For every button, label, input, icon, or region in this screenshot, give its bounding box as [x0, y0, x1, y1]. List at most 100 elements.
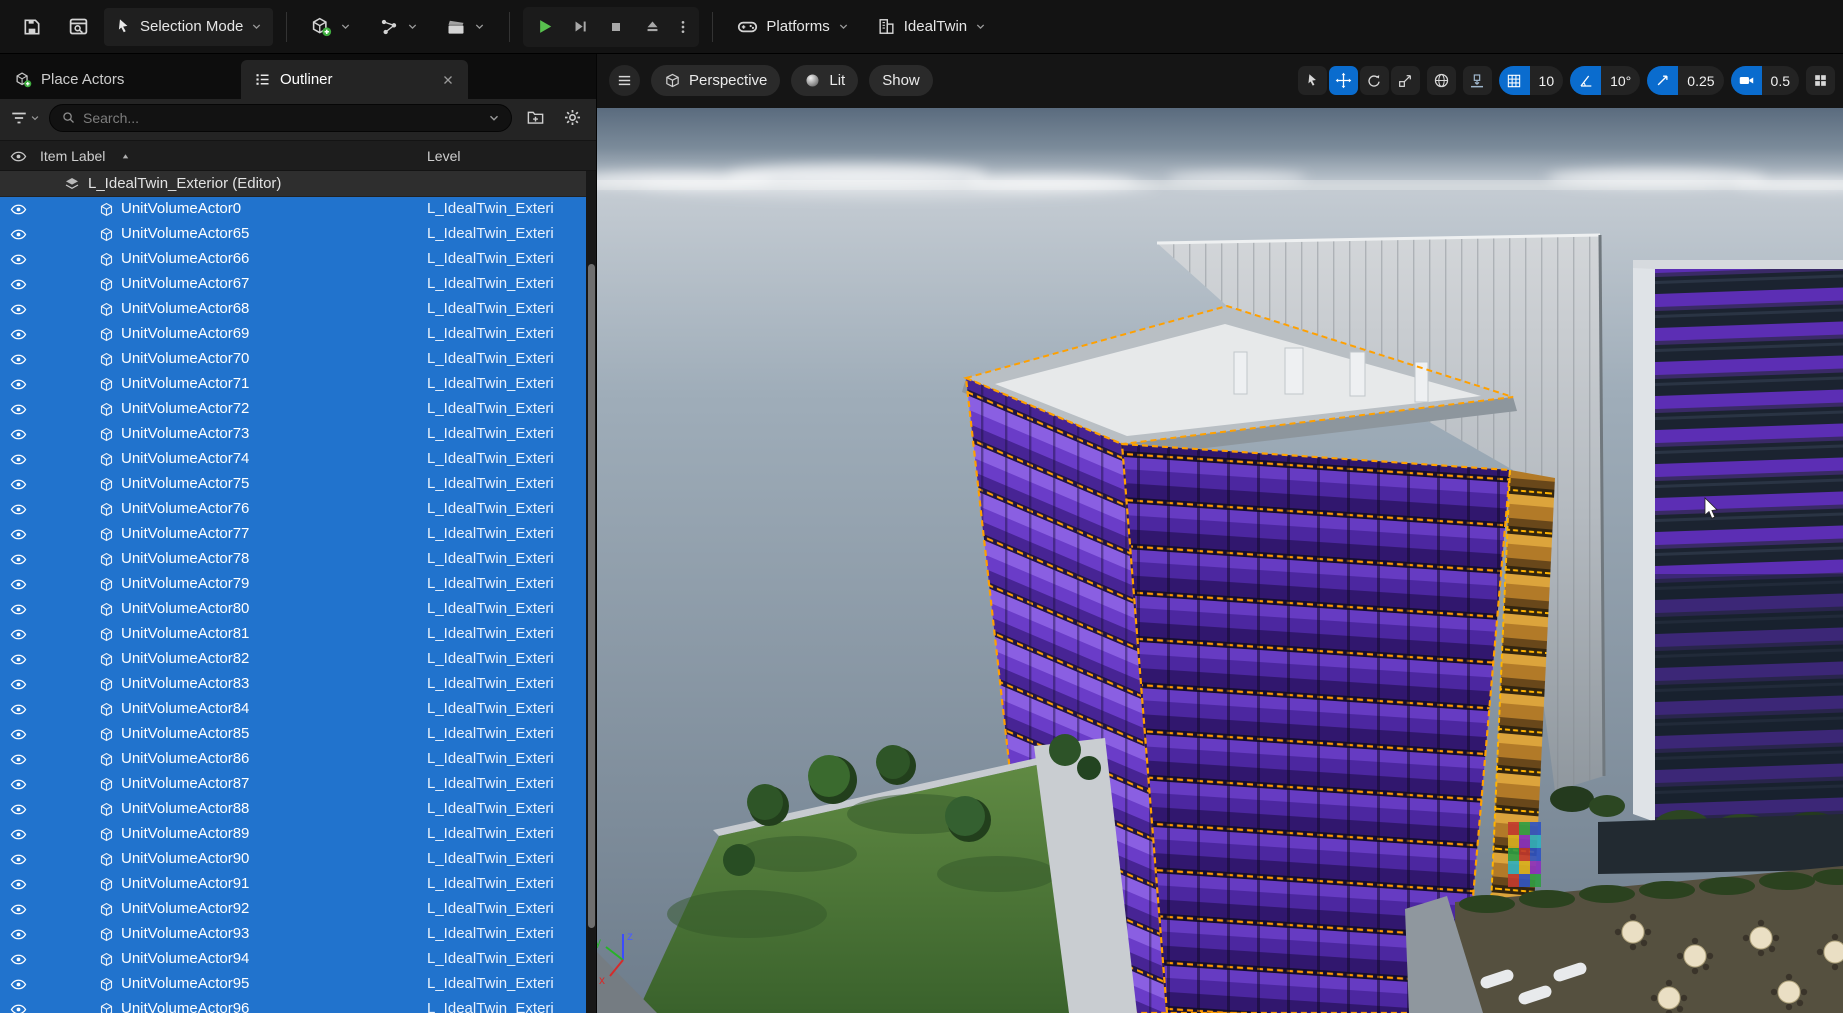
close-icon[interactable]: [441, 73, 455, 87]
add-actor-dropdown[interactable]: [300, 8, 362, 46]
frame-skip-button[interactable]: [563, 10, 597, 44]
outliner-row[interactable]: UnitVolumeActor0 L_IdealTwin_Exteri: [0, 197, 596, 222]
visibility-eye-icon[interactable]: [10, 751, 27, 768]
outliner-row[interactable]: UnitVolumeActor82 L_IdealTwin_Exteri: [0, 647, 596, 672]
visibility-eye-icon[interactable]: [10, 776, 27, 793]
visibility-eye-icon[interactable]: [10, 876, 27, 893]
visibility-eye-icon[interactable]: [10, 901, 27, 918]
outliner-row[interactable]: UnitVolumeActor78 L_IdealTwin_Exteri: [0, 547, 596, 572]
visibility-eye-icon[interactable]: [10, 251, 27, 268]
rotate-tool-button[interactable]: [1360, 66, 1389, 95]
outliner-row[interactable]: UnitVolumeActor73 L_IdealTwin_Exteri: [0, 422, 596, 447]
visibility-eye-icon[interactable]: [10, 451, 27, 468]
outliner-row[interactable]: UnitVolumeActor67 L_IdealTwin_Exteri: [0, 272, 596, 297]
rotation-snap-value[interactable]: 10°: [1601, 66, 1640, 95]
visibility-eye-icon[interactable]: [10, 426, 27, 443]
outliner-row[interactable]: UnitVolumeActor68 L_IdealTwin_Exteri: [0, 297, 596, 322]
visibility-eye-icon[interactable]: [10, 501, 27, 518]
surface-snap-button[interactable]: [1463, 66, 1492, 95]
world-local-toggle-button[interactable]: [1427, 66, 1456, 95]
outliner-row[interactable]: UnitVolumeActor71 L_IdealTwin_Exteri: [0, 372, 596, 397]
visibility-eye-icon[interactable]: [10, 576, 27, 593]
level-row[interactable]: L_IdealTwin_Exterior (Editor): [0, 171, 596, 197]
outliner-row[interactable]: UnitVolumeActor74 L_IdealTwin_Exteri: [0, 447, 596, 472]
filter-button[interactable]: [10, 109, 40, 127]
outliner-row[interactable]: UnitVolumeActor87 L_IdealTwin_Exteri: [0, 772, 596, 797]
cinematics-dropdown[interactable]: [435, 8, 496, 46]
outliner-row[interactable]: UnitVolumeActor96 L_IdealTwin_Exteri: [0, 997, 596, 1013]
visibility-eye-icon[interactable]: [10, 726, 27, 743]
visibility-eye-icon[interactable]: [10, 676, 27, 693]
visibility-eye-icon[interactable]: [10, 476, 27, 493]
column-item-label[interactable]: Item Label: [40, 148, 105, 164]
outliner-row[interactable]: UnitVolumeActor66 L_IdealTwin_Exteri: [0, 247, 596, 272]
blueprints-dropdown[interactable]: [368, 8, 429, 46]
outliner-row[interactable]: UnitVolumeActor92 L_IdealTwin_Exteri: [0, 897, 596, 922]
outliner-row[interactable]: UnitVolumeActor80 L_IdealTwin_Exteri: [0, 597, 596, 622]
viewport-options-button[interactable]: [609, 65, 640, 96]
scrollbar-track[interactable]: [586, 171, 596, 1013]
visibility-eye-icon[interactable]: [10, 951, 27, 968]
outliner-row[interactable]: UnitVolumeActor86 L_IdealTwin_Exteri: [0, 747, 596, 772]
outliner-row[interactable]: UnitVolumeActor75 L_IdealTwin_Exteri: [0, 472, 596, 497]
stop-button[interactable]: [599, 10, 633, 44]
visibility-eye-icon[interactable]: [10, 376, 27, 393]
scale-snap-value[interactable]: 0.25: [1678, 66, 1723, 95]
column-level[interactable]: Level: [427, 148, 460, 164]
visibility-eye-icon[interactable]: [10, 701, 27, 718]
visibility-eye-icon[interactable]: [10, 276, 27, 293]
visibility-eye-icon[interactable]: [10, 401, 27, 418]
rotation-snap-control[interactable]: 10°: [1570, 66, 1640, 95]
visibility-eye-icon[interactable]: [10, 1001, 27, 1013]
grid-snap-value[interactable]: 10: [1530, 66, 1564, 95]
outliner-row[interactable]: UnitVolumeActor72 L_IdealTwin_Exteri: [0, 397, 596, 422]
tab-place-actors[interactable]: Place Actors: [2, 60, 137, 99]
grid-snap-control[interactable]: 10: [1499, 66, 1564, 95]
visibility-eye-icon[interactable]: [10, 301, 27, 318]
tab-outliner[interactable]: Outliner: [241, 60, 468, 99]
outliner-row[interactable]: UnitVolumeActor83 L_IdealTwin_Exteri: [0, 672, 596, 697]
play-button[interactable]: [527, 10, 561, 44]
visibility-eye-icon[interactable]: [10, 551, 27, 568]
maximize-quad-view-button[interactable]: [1806, 66, 1835, 95]
eject-button[interactable]: [635, 10, 669, 44]
outliner-row[interactable]: UnitVolumeActor65 L_IdealTwin_Exteri: [0, 222, 596, 247]
play-options-button[interactable]: [671, 10, 695, 44]
outliner-row[interactable]: UnitVolumeActor70 L_IdealTwin_Exteri: [0, 347, 596, 372]
view-mode-dropdown[interactable]: Lit: [791, 65, 858, 96]
outliner-row[interactable]: UnitVolumeActor90 L_IdealTwin_Exteri: [0, 847, 596, 872]
visibility-eye-icon[interactable]: [10, 851, 27, 868]
visibility-eye-icon[interactable]: [10, 826, 27, 843]
visibility-eye-icon[interactable]: [10, 626, 27, 643]
outliner-row[interactable]: UnitVolumeActor79 L_IdealTwin_Exteri: [0, 572, 596, 597]
visibility-eye-icon[interactable]: [10, 526, 27, 543]
viewport-3d-scene[interactable]: z y x: [597, 108, 1843, 1013]
outliner-row[interactable]: UnitVolumeActor81 L_IdealTwin_Exteri: [0, 622, 596, 647]
visibility-eye-icon[interactable]: [10, 976, 27, 993]
create-folder-button[interactable]: [521, 104, 549, 132]
selection-mode-dropdown[interactable]: Selection Mode: [104, 8, 273, 46]
show-flags-dropdown[interactable]: Show: [869, 65, 933, 96]
visibility-column-eye-icon[interactable]: [10, 148, 27, 165]
camera-mode-dropdown[interactable]: Perspective: [651, 65, 780, 96]
neighbor-building[interactable]: [1598, 260, 1843, 874]
scrollbar-thumb[interactable]: [588, 264, 595, 928]
scale-tool-button[interactable]: [1391, 66, 1420, 95]
camera-speed-control[interactable]: 0.5: [1731, 66, 1799, 95]
visibility-eye-icon[interactable]: [10, 201, 27, 218]
outliner-row[interactable]: UnitVolumeActor88 L_IdealTwin_Exteri: [0, 797, 596, 822]
outliner-row[interactable]: UnitVolumeActor76 L_IdealTwin_Exteri: [0, 497, 596, 522]
move-tool-button[interactable]: [1329, 66, 1358, 95]
scale-snap-control[interactable]: 0.25: [1647, 66, 1723, 95]
outliner-row[interactable]: UnitVolumeActor93 L_IdealTwin_Exteri: [0, 922, 596, 947]
visibility-eye-icon[interactable]: [10, 651, 27, 668]
outliner-row[interactable]: UnitVolumeActor85 L_IdealTwin_Exteri: [0, 722, 596, 747]
outliner-row[interactable]: UnitVolumeActor89 L_IdealTwin_Exteri: [0, 822, 596, 847]
search-options-chevron-icon[interactable]: [488, 112, 500, 124]
platforms-dropdown[interactable]: Platforms: [726, 8, 859, 46]
search-input[interactable]: [83, 110, 481, 126]
select-tool-button[interactable]: [1298, 66, 1327, 95]
visibility-eye-icon[interactable]: [10, 226, 27, 243]
camera-speed-value[interactable]: 0.5: [1762, 66, 1799, 95]
visibility-eye-icon[interactable]: [10, 601, 27, 618]
